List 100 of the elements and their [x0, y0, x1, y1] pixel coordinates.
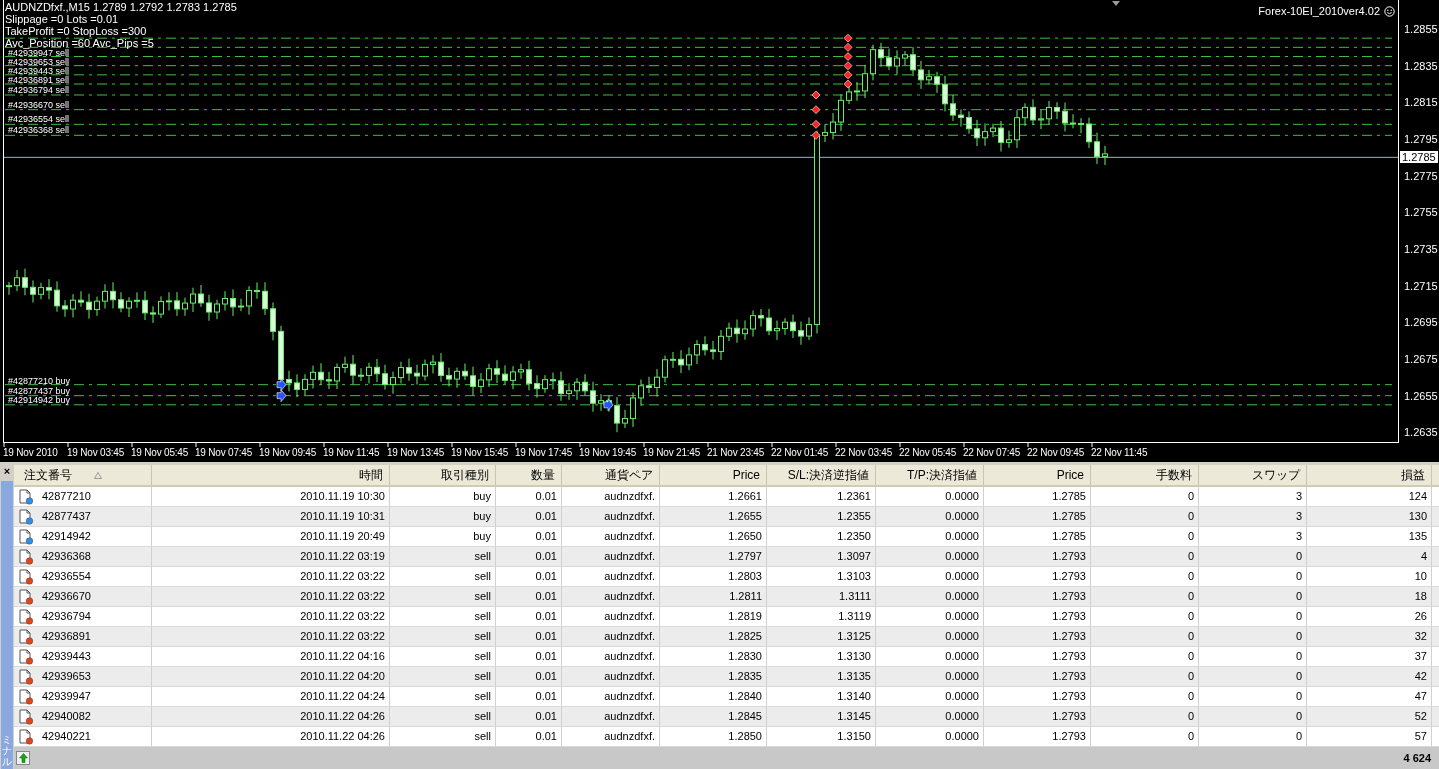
table-cell: audnzdfxf.: [562, 707, 660, 726]
table-cell: 0: [1091, 647, 1199, 666]
table-cell: 0: [1091, 627, 1199, 646]
column-header[interactable]: 損益: [1307, 465, 1432, 485]
order-row[interactable]: 42936891 2010.11.22 03:22 sell 0.01 audnzdfxf. 1.2825 1.3125 0.0000 1.2793 0 0 32: [14, 627, 1439, 647]
order-label: #42936554 sell: [8, 115, 70, 124]
table-cell: 1.2811: [660, 587, 767, 606]
table-cell: 0.01: [496, 487, 562, 506]
order-row[interactable]: 42936794 2010.11.22 03:22 sell 0.01 audnzdfxf. 1.2819 1.3119 0.0000 1.2793 0 0 26: [14, 607, 1439, 627]
expert-setting: TakeProfit =0 StopLoss =300: [5, 25, 148, 37]
table-cell: 0.0000: [876, 687, 984, 706]
table-cell: 0.0000: [876, 707, 984, 726]
table-cell: audnzdfxf.: [562, 607, 660, 626]
table-cell: 0: [1091, 507, 1199, 526]
time-tick-mark: [451, 442, 453, 448]
column-header[interactable]: 手数料: [1091, 465, 1199, 485]
table-cell-text: 42939653: [42, 669, 91, 685]
order-row[interactable]: 42939443 2010.11.22 04:16 sell 0.01 audnzdfxf. 1.2830 1.3130 0.0000 1.2793 0 0 37: [14, 647, 1439, 667]
table-cell: 1.2850: [660, 727, 767, 746]
order-row[interactable]: 42939947 2010.11.22 04:24 sell 0.01 audnzdfxf. 1.2840 1.3140 0.0000 1.2793 0 0 47: [14, 687, 1439, 707]
column-header[interactable]: 時間: [152, 465, 390, 485]
table-cell: 1.2785: [984, 507, 1091, 526]
column-header[interactable]: 注文番号: [14, 465, 152, 485]
time-tick-mark: [579, 442, 581, 448]
table-cell: sell: [390, 727, 496, 746]
table-cell: 18: [1307, 587, 1432, 606]
table-cell-text: 42939443: [42, 649, 91, 665]
price-tick: 1.2675: [1404, 353, 1438, 365]
close-button[interactable]: ×: [3, 465, 11, 477]
table-cell: 0: [1199, 547, 1307, 566]
time-tick: 19 Nov 11:45: [323, 447, 380, 458]
table-cell: 2010.11.19 10:31: [152, 507, 390, 526]
time-tick-mark: [643, 442, 645, 448]
table-cell: 0: [1199, 587, 1307, 606]
table-cell: 0.01: [496, 567, 562, 586]
table-cell: 1.2793: [984, 547, 1091, 566]
order-document-icon: [18, 488, 34, 505]
time-tick-mark: [1091, 442, 1093, 448]
table-cell: 1.2797: [660, 547, 767, 566]
time-tick-mark: [835, 442, 837, 448]
order-document-icon: [18, 708, 34, 725]
sell-marker-icon: [811, 90, 821, 100]
table-cell: 0: [1199, 667, 1307, 686]
column-header[interactable]: 通貨ペア: [562, 465, 660, 485]
table-cell: 0.01: [496, 707, 562, 726]
table-cell: 1.2793: [984, 567, 1091, 586]
column-header[interactable]: 取引種別: [390, 465, 496, 485]
order-row[interactable]: 42936670 2010.11.22 03:22 sell 0.01 audnzdfxf. 1.2811 1.3111 0.0000 1.2793 0 0 18: [14, 587, 1439, 607]
order-row[interactable]: 42877437 2010.11.19 10:31 buy 0.01 audnzdfxf. 1.2655 1.2355 0.0000 1.2785 0 3 130: [14, 507, 1439, 527]
column-header[interactable]: S/L:決済逆指値: [767, 465, 876, 485]
order-label: #42939947 sell: [8, 49, 70, 58]
table-cell: audnzdfxf.: [562, 627, 660, 646]
table-cell: 1.2355: [767, 507, 876, 526]
time-tick-mark: [131, 442, 133, 448]
order-row[interactable]: 42940082 2010.11.22 04:26 sell 0.01 audnzdfxf. 1.2845 1.3145 0.0000 1.2793 0 0 52: [14, 707, 1439, 727]
time-tick: 19 Nov 15:45: [451, 447, 509, 458]
order-row[interactable]: 42939653 2010.11.22 04:20 sell 0.01 audnzdfxf. 1.2835 1.3135 0.0000 1.2793 0 0 42: [14, 667, 1439, 687]
column-header[interactable]: Price: [660, 465, 767, 485]
table-cell: audnzdfxf.: [562, 647, 660, 666]
column-header[interactable]: T/P:決済指値: [876, 465, 984, 485]
table-cell-text: 42877437: [42, 509, 91, 525]
table-cell: audnzdfxf.: [562, 727, 660, 746]
order-row[interactable]: 42914942 2010.11.19 20:49 buy 0.01 audnzdfxf. 1.2650 1.2350 0.0000 1.2785 0 3 135: [14, 527, 1439, 547]
column-header[interactable]: Price: [984, 465, 1091, 485]
time-tick: 22 Nov 05:45: [899, 447, 957, 458]
time-tick: 22 Nov 03:45: [835, 447, 893, 458]
table-cell: 0: [1199, 707, 1307, 726]
order-row[interactable]: 42877210 2010.11.19 10:30 buy 0.01 audnzdfxf. 1.2661 1.2361 0.0000 1.2785 0 3 124: [14, 487, 1439, 507]
order-row[interactable]: 42936368 2010.11.22 03:19 sell 0.01 audnzdfxf. 1.2797 1.3097 0.0000 1.2793 0 0 4: [14, 547, 1439, 567]
table-cell: 1.2840: [660, 687, 767, 706]
order-row[interactable]: 42940221 2010.11.22 04:26 sell 0.01 audnzdfxf. 1.2850 1.3150 0.0000 1.2793 0 0 57: [14, 727, 1439, 747]
table-cell: 0.01: [496, 607, 562, 626]
table-cell: 1.2793: [984, 667, 1091, 686]
table-cell-text: 42940221: [42, 729, 91, 745]
table-cell: 0.0000: [876, 667, 984, 686]
table-cell: buy: [390, 487, 496, 506]
table-cell: sell: [390, 667, 496, 686]
order-row[interactable]: 42936554 2010.11.22 03:22 sell 0.01 audnzdfxf. 1.2803 1.3103 0.0000 1.2793 0 0 10: [14, 567, 1439, 587]
buy-arrow-icon: [276, 378, 287, 391]
time-tick: 19 Nov 07:45: [195, 447, 253, 458]
table-cell: audnzdfxf.: [562, 667, 660, 686]
time-tick-mark: [387, 442, 389, 448]
table-cell: 1.3111: [767, 587, 876, 606]
sell-marker-icon: [843, 52, 853, 61]
table-cell: 2010.11.19 20:49: [152, 527, 390, 546]
table-cell: 0.0000: [876, 527, 984, 546]
sell-marker-icon: [843, 61, 853, 70]
table-cell: 0.01: [496, 647, 562, 666]
time-tick: 22 Nov 11:45: [1091, 447, 1148, 458]
column-header[interactable]: 数量: [496, 465, 562, 485]
column-header[interactable]: スワップ: [1199, 465, 1307, 485]
table-cell: 0.0000: [876, 567, 984, 586]
table-cell: 3: [1199, 507, 1307, 526]
table-cell: 0.0000: [876, 627, 984, 646]
table-cell: 1.3135: [767, 667, 876, 686]
price-tick: 1.2855: [1404, 23, 1438, 35]
table-cell: 1.2361: [767, 487, 876, 506]
expand-button[interactable]: [16, 751, 30, 765]
table-cell: 1.3103: [767, 567, 876, 586]
table-cell: 2010.11.19 10:30: [152, 487, 390, 506]
